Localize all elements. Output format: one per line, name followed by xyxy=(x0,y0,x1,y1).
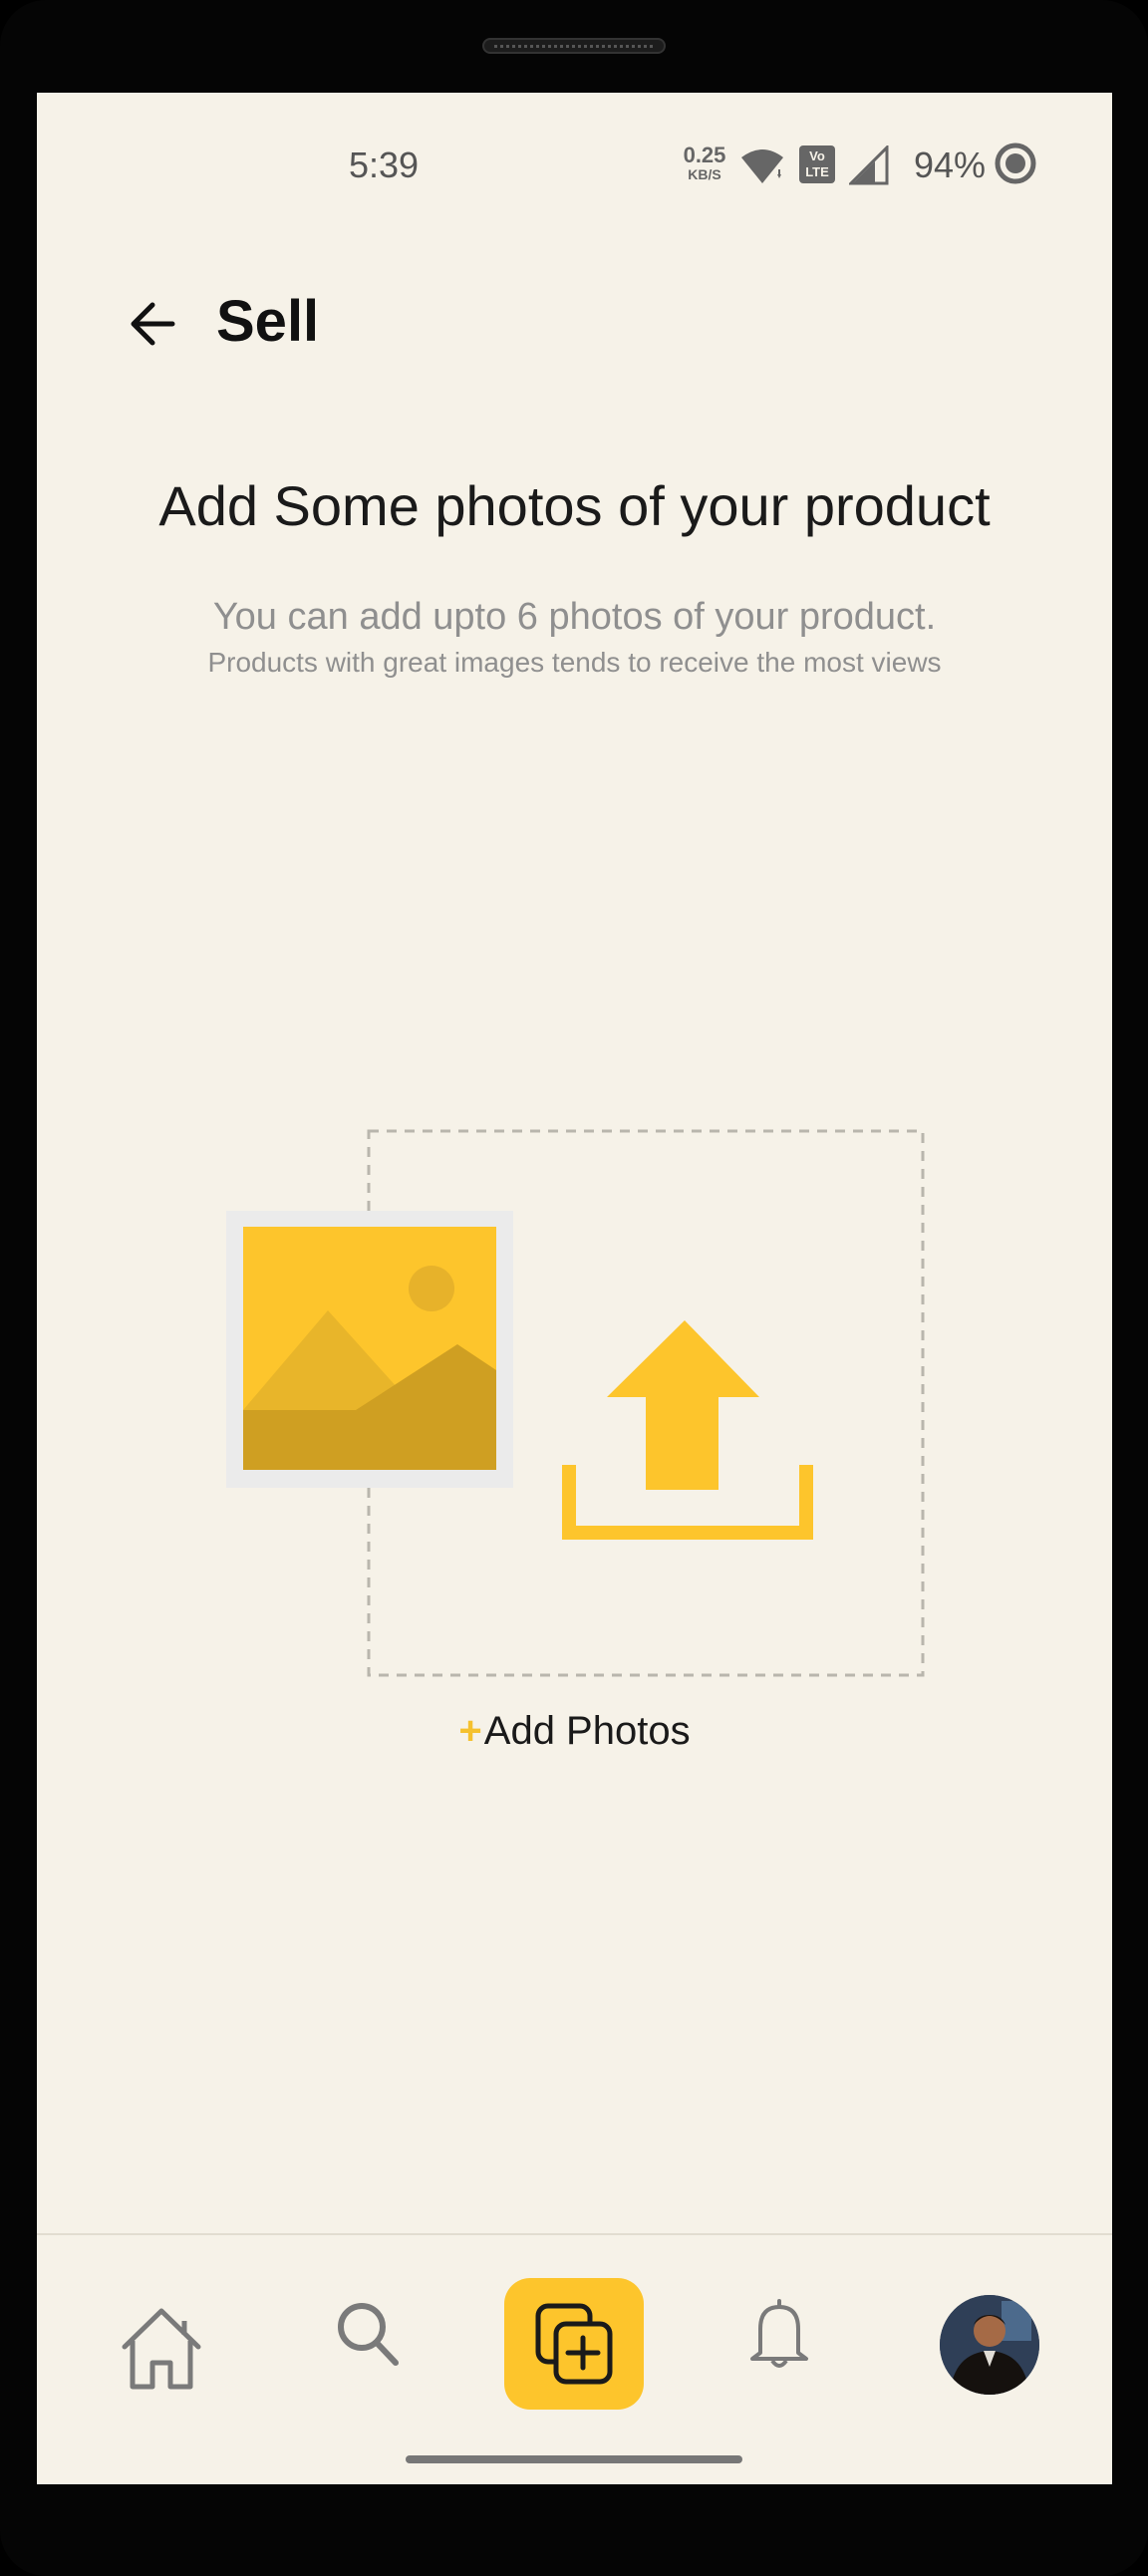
battery-icon xyxy=(995,143,1036,184)
upload-arrow xyxy=(607,1320,759,1490)
home-indicator[interactable] xyxy=(406,2455,742,2463)
photo-limit-subtitle: You can add upto 6 photos of your produc… xyxy=(212,596,937,638)
photo-sun xyxy=(409,1266,454,1311)
network-speed: 0.25 KB/S xyxy=(680,143,729,182)
volte-icon: Vo LTE xyxy=(799,145,835,183)
avatar[interactable] xyxy=(940,2295,1039,2395)
phone-frame: 5:39 0.25 KB/S Vo LTE 94% Sell Add Some … xyxy=(0,0,1148,2576)
battery-percent: 94% xyxy=(914,144,987,185)
page-title: Sell xyxy=(216,289,320,354)
photo-tip-subtext: Products with great images tends to rece… xyxy=(207,647,942,678)
add-listing-icon xyxy=(535,2303,613,2385)
add-photos-label: Add Photos xyxy=(483,1709,691,1753)
image-upload-illustration[interactable] xyxy=(226,1029,994,1687)
bell-icon[interactable] xyxy=(748,2297,810,2371)
earpiece-speaker xyxy=(482,38,666,54)
add-photos-button[interactable]: +Add Photos xyxy=(37,1709,1112,1754)
sell-tab-button[interactable] xyxy=(504,2278,644,2410)
volte-line1: Vo xyxy=(809,148,825,163)
signal-icon xyxy=(849,145,889,185)
app-screen: 5:39 0.25 KB/S Vo LTE 94% Sell Add Some … xyxy=(37,93,1112,2484)
back-arrow-icon[interactable] xyxy=(125,295,182,353)
wifi-icon xyxy=(741,149,783,183)
search-icon[interactable] xyxy=(336,2301,400,2367)
home-icon[interactable] xyxy=(117,2303,206,2393)
network-speed-value: 0.25 xyxy=(683,143,726,167)
plus-icon: + xyxy=(458,1709,482,1753)
status-time: 5:39 xyxy=(349,144,420,185)
volte-line2: LTE xyxy=(805,164,829,179)
main-heading: Add Some photos of your product xyxy=(158,474,991,537)
network-speed-unit: KB/S xyxy=(688,166,721,182)
